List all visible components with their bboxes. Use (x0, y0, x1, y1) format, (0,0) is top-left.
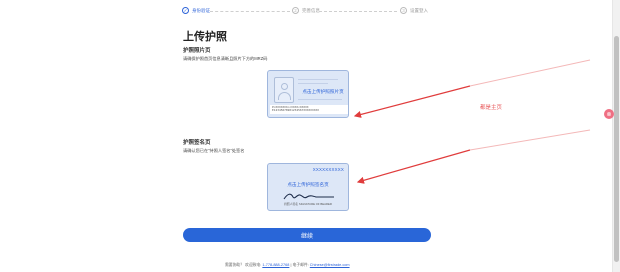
sign-section-title: 护照签名页 (183, 140, 211, 146)
step-2-icon: 2 (292, 7, 299, 14)
footer-phone-link[interactable]: 1-778-888-2768 (262, 263, 289, 267)
check-icon: ✓ (182, 7, 189, 14)
step-label: 完善信息 (302, 7, 320, 13)
arrow-to-signature-card (356, 149, 471, 184)
step-label: 设置登入 (410, 7, 428, 13)
progress-stepper: ✓ 身份验证 2 完善信息 3 设置登入 (182, 7, 432, 19)
portrait-icon (274, 77, 294, 103)
annotation-text: 都是主页 (480, 105, 503, 111)
step-label: 身份验证 (192, 7, 210, 13)
scrollbar-thumb[interactable] (614, 36, 619, 262)
upload-photo-page-label: 点击上传护照照片页 (302, 89, 344, 94)
arrow-to-photo-card-faint (469, 59, 591, 87)
step-connector (319, 11, 397, 12)
arrow-to-photo-card (353, 85, 471, 118)
page-scrollbar[interactable] (612, 0, 620, 272)
step-connector (210, 11, 290, 12)
footer-help-text: 需要协助？ 欢迎致电: (225, 263, 262, 267)
step-3-icon: 3 (400, 7, 407, 14)
photo-section-title: 护照照片页 (183, 48, 211, 54)
sign-section-desc: 请确认您已在“持照人签名”处签名 (183, 148, 245, 153)
step-login: 3 设置登入 (400, 7, 428, 14)
floating-action-icon[interactable]: ⊗ (604, 109, 614, 119)
signature-icon (283, 193, 334, 200)
mrz-zone: P<XXXXXXX<<XXXX<XXXXX E12345678901234567… (270, 104, 348, 114)
footer-email-link[interactable]: Chinese@firstrade.com (310, 263, 350, 267)
mrz-line-2: E12345678901234567XXXXXXXXX (272, 108, 319, 113)
continue-button[interactable]: 继续 (183, 228, 431, 242)
signature-caption: 持照人签名 SIGNATURE OF BEARER (284, 202, 332, 206)
passport-number: XXXXXXXXXX (312, 167, 344, 172)
upload-photo-page-card[interactable]: 点击上传护照照片页 P<XXXXXXX<<XXXX<XXXXX E1234567… (267, 70, 349, 118)
upload-signature-page-label: 点击上传护照签名页 (287, 182, 329, 187)
step-identity: ✓ 身份验证 (182, 7, 210, 14)
photo-section-desc: 请确保护照首页信息清晰且照片下方的MRZ码 (183, 56, 268, 61)
footer: 需要协助？ 欢迎致电: 1-778-888-2768 | 电子邮件: Chine… (225, 263, 350, 268)
footer-email-label: | 电子邮件: (290, 263, 309, 267)
upload-signature-page-card[interactable]: XXXXXXXXXX 点击上传护照签名页 持照人签名 SIGNATURE OF … (267, 163, 349, 211)
page-title: 上传护照 (183, 31, 227, 43)
step-info: 2 完善信息 (292, 7, 320, 14)
arrow-to-signature-card-faint (469, 129, 591, 151)
